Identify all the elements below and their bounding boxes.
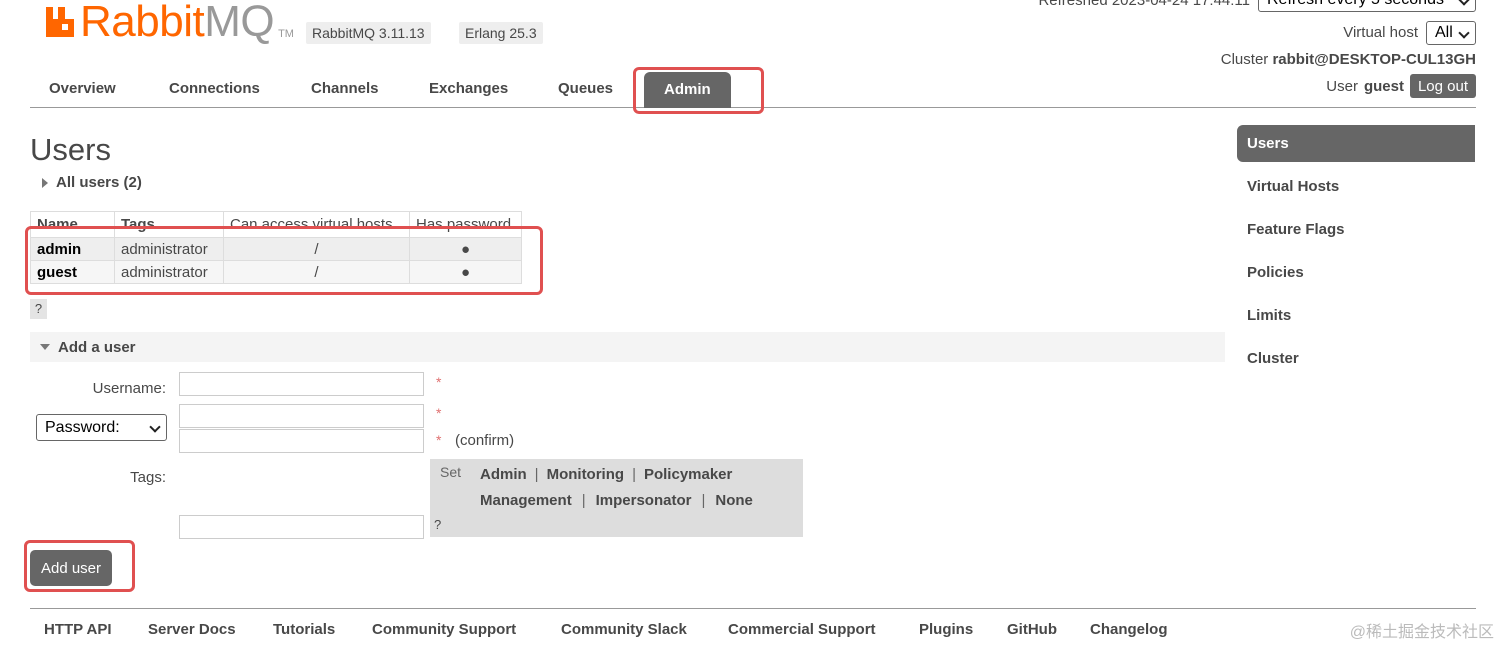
all-users-label: All users (2) [56, 174, 142, 191]
user-name-cell[interactable]: guest [30, 260, 115, 284]
tab-overview[interactable]: Overview [49, 80, 116, 97]
rabbitmq-logo: RabbitMQ TM [44, 0, 294, 44]
user-tags-cell: administrator [114, 260, 224, 284]
password-required-mark: * [436, 405, 442, 421]
table-row[interactable]: guest administrator / ● [30, 260, 522, 284]
user-has-password-cell: ● [409, 237, 522, 261]
tag-option-monitoring[interactable]: Monitoring [547, 466, 624, 483]
user-has-password-cell: ● [409, 260, 522, 284]
add-user-toggle[interactable]: Add a user [30, 332, 1225, 362]
tags-label: Tags: [130, 469, 166, 486]
password-type-select[interactable]: Password: [36, 414, 167, 441]
rabbitmq-version-badge: RabbitMQ 3.11.13 [306, 22, 431, 44]
tab-connections[interactable]: Connections [169, 80, 260, 97]
tab-exchanges[interactable]: Exchanges [429, 80, 508, 97]
chevron-down-icon [149, 421, 161, 433]
tab-channels[interactable]: Channels [311, 80, 379, 97]
chevron-down-icon [1458, 27, 1470, 39]
col-header-vhosts[interactable]: Can access virtual hosts [223, 211, 410, 238]
logo-text-rabbit: Rabbit [80, 0, 205, 46]
tags-row-2: Management | Impersonator | None [480, 492, 753, 509]
sidebar-item-policies[interactable]: Policies [1237, 254, 1475, 297]
vhost-select-value: All [1435, 24, 1453, 41]
cluster-info: Cluster rabbit@DESKTOP-CUL13GH [1221, 51, 1476, 68]
tag-option-impersonator[interactable]: Impersonator [596, 492, 692, 509]
col-header-tags[interactable]: Tags [114, 211, 224, 238]
col-header-name[interactable]: Name [30, 211, 115, 238]
main-nav: Overview Connections Channels Exchanges … [30, 70, 1476, 108]
sidebar-item-feature-flags[interactable]: Feature Flags [1237, 211, 1475, 254]
refreshed-timestamp: Refreshed 2023-04-24 17:44:11 [1038, 0, 1250, 9]
page-title: Users [30, 132, 111, 167]
tags-input[interactable] [179, 515, 424, 539]
tag-option-none[interactable]: None [715, 492, 753, 509]
footer-link-changelog[interactable]: Changelog [1090, 621, 1168, 638]
tab-admin[interactable]: Admin [644, 72, 731, 108]
username-input[interactable] [179, 372, 424, 396]
table-help-button[interactable]: ? [30, 299, 47, 319]
user-vhosts-cell: / [223, 260, 410, 284]
sidebar-item-virtual-hosts[interactable]: Virtual Hosts [1237, 168, 1475, 211]
tag-separator: | [632, 466, 636, 483]
footer-link-commercial-support[interactable]: Commercial Support [728, 621, 876, 638]
confirm-required-mark: * [436, 432, 442, 448]
tags-quick-set-panel: Set Admin | Monitoring | Policymaker Managem… [430, 459, 803, 537]
rabbit-logo-icon [44, 5, 78, 39]
confirm-label: (confirm) [455, 432, 515, 449]
col-header-has-password[interactable]: Has password [409, 211, 522, 238]
admin-sidebar: Users Virtual Hosts Feature Flags Polici… [1237, 125, 1475, 383]
sidebar-item-users[interactable]: Users [1237, 125, 1475, 162]
footer-link-tutorials[interactable]: Tutorials [273, 621, 335, 638]
add-user-header-label: Add a user [58, 338, 136, 356]
cluster-name: rabbit@DESKTOP-CUL13GH [1272, 51, 1476, 68]
sidebar-item-limits[interactable]: Limits [1237, 297, 1475, 340]
caret-right-icon [42, 177, 48, 188]
logo-text-mq: MQ [204, 0, 275, 46]
erlang-version-badge: Erlang 25.3 [459, 22, 543, 44]
tag-option-admin[interactable]: Admin [480, 466, 527, 483]
cluster-label: Cluster [1220, 51, 1269, 68]
footer-link-community-support[interactable]: Community Support [372, 621, 516, 638]
user-tags-cell: administrator [114, 237, 224, 261]
user-vhosts-cell: / [223, 237, 410, 261]
tag-separator: | [581, 492, 586, 509]
footer-link-plugins[interactable]: Plugins [919, 621, 973, 638]
user-name-cell[interactable]: admin [30, 237, 115, 261]
table-row[interactable]: admin administrator / ● [30, 237, 522, 261]
tab-queues[interactable]: Queues [558, 80, 613, 97]
virtual-host-select[interactable]: All [1426, 21, 1476, 45]
chevron-down-icon [1458, 0, 1470, 6]
table-header-row: Name Tags Can access virtual hosts Has p… [30, 211, 522, 238]
sidebar-item-cluster[interactable]: Cluster [1237, 340, 1475, 383]
all-users-toggle[interactable]: All users (2) [42, 174, 142, 191]
tags-help-button[interactable]: ? [434, 517, 441, 532]
tags-set-label: Set [440, 464, 462, 480]
tag-option-management[interactable]: Management [480, 492, 572, 509]
password-confirm-input[interactable] [179, 429, 424, 453]
username-label: Username: [92, 380, 166, 397]
watermark: @稀土掘金技术社区 [1349, 624, 1494, 641]
refresh-interval-select[interactable]: Refresh every 5 seconds [1258, 0, 1476, 12]
tag-separator: | [534, 466, 539, 483]
caret-down-icon [40, 344, 50, 350]
password-select-value: Password: [45, 419, 120, 436]
username-required-mark: * [436, 374, 442, 390]
virtual-host-label: Virtual host [1343, 24, 1418, 41]
tag-separator: | [701, 492, 706, 509]
footer-link-github[interactable]: GitHub [1007, 621, 1057, 638]
footer-link-community-slack[interactable]: Community Slack [561, 621, 687, 638]
logo-tm: TM [278, 28, 294, 40]
users-table: Name Tags Can access virtual hosts Has p… [30, 211, 522, 284]
footer-link-http-api[interactable]: HTTP API [44, 621, 112, 638]
footer-link-server-docs[interactable]: Server Docs [148, 621, 236, 638]
refresh-select-value: Refresh every 5 seconds [1267, 0, 1444, 8]
tags-row-1: Admin | Monitoring | Policymaker [480, 466, 732, 483]
footer: HTTP API Server Docs Tutorials Community… [30, 608, 1476, 648]
add-user-button[interactable]: Add user [30, 550, 112, 586]
password-input[interactable] [179, 404, 424, 428]
tag-option-policymaker[interactable]: Policymaker [644, 466, 732, 483]
